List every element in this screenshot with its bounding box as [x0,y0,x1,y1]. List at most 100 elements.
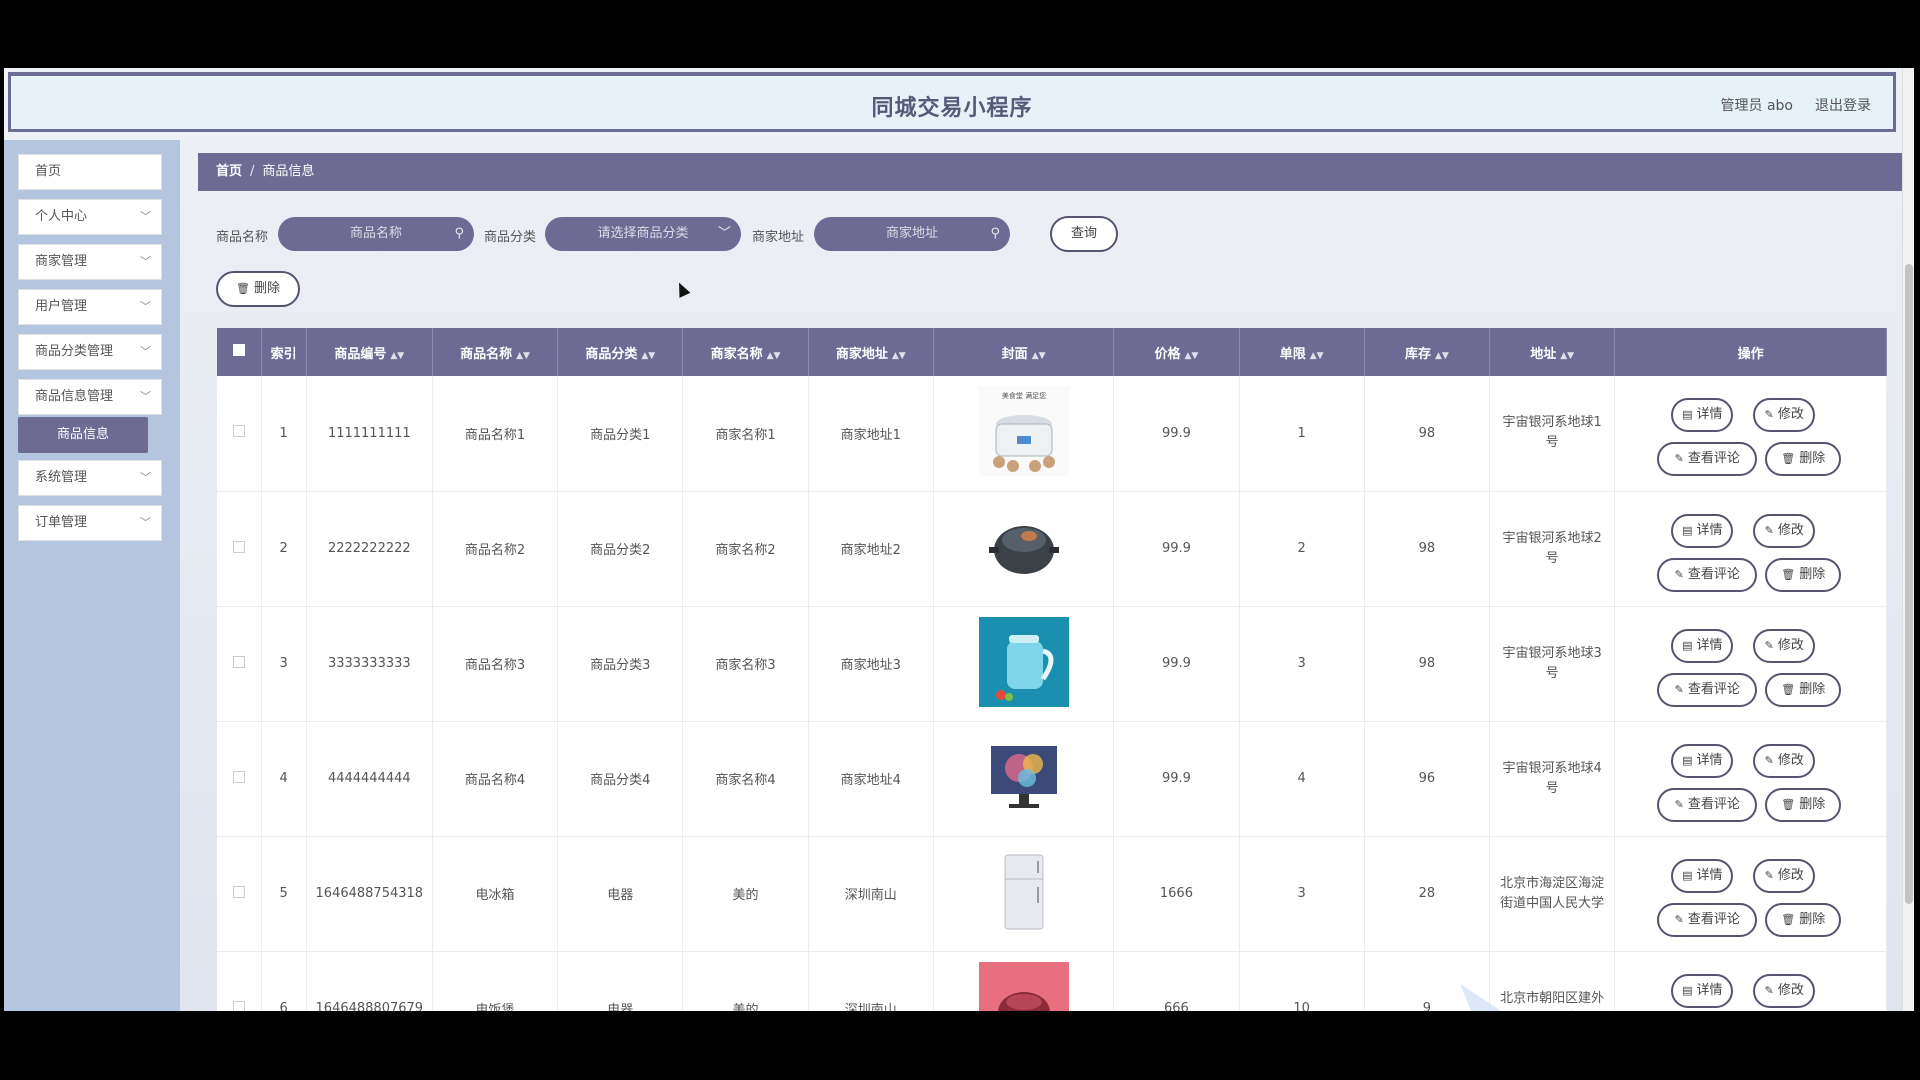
row-checkbox[interactable] [217,951,262,1011]
sort-icon[interactable]: ▲▼ [1435,351,1449,361]
sort-icon[interactable]: ▲▼ [1032,351,1046,361]
query-button[interactable]: 查询 [1050,216,1118,252]
column-header[interactable]: 库存 ▲▼ [1364,328,1491,376]
edit-label: 修改 [1777,752,1804,768]
select-all-checkbox[interactable] [217,328,262,376]
sidebar-subitem-product-info[interactable]: 商品信息 [18,417,148,453]
delete-button[interactable]: 🗑 删除 [1765,787,1842,822]
view-comments-button[interactable]: ✎ 查看评论 [1657,787,1758,822]
category-select[interactable]: 请选择商品分类 ﹀ [545,217,741,251]
view-comments-button[interactable]: ✎ 查看评论 [1657,672,1758,707]
sidebar-item-categories[interactable]: 商品分类管理 ﹀ [18,334,162,370]
column-header[interactable]: 商品编号 ▲▼ [306,328,433,376]
row-checkbox[interactable] [217,836,262,952]
pencil-icon: ✎ [1764,523,1774,537]
delete-button[interactable]: 🗑 删除 [1765,557,1842,592]
sidebar-item-label: 用户管理 [35,299,88,314]
document-icon: ▤ [1682,523,1693,537]
sort-icon[interactable]: ▲▼ [1560,351,1574,361]
detail-button[interactable]: ▤ 详情 [1671,398,1734,432]
column-header[interactable]: 商家地址 ▲▼ [808,328,934,376]
sort-icon[interactable]: ▲▼ [767,351,781,361]
checkbox-square[interactable] [232,425,245,438]
column-label: 商品编号 [334,346,387,362]
sort-icon[interactable]: ▲▼ [892,351,906,361]
checkbox-square[interactable] [232,1000,245,1011]
cell-price: 1666 [1113,836,1240,952]
edit-button[interactable]: ✎ 修改 [1753,513,1816,548]
row-checkbox[interactable] [217,491,262,607]
pencil-icon: ✎ [1674,452,1684,465]
delete-button[interactable]: 🗑 删除 [1765,902,1842,937]
row-checkbox[interactable] [217,606,262,722]
edit-button[interactable]: ✎ 修改 [1753,973,1816,1008]
row-checkbox[interactable] [217,721,262,837]
delete-button[interactable]: 🗑 删除 [1765,442,1842,476]
sidebar-item-users[interactable]: 用户管理 ﹀ [18,289,162,325]
checkbox-square[interactable] [232,540,245,553]
cell-cover [933,721,1115,837]
batch-delete-button[interactable]: 🗑 删除 [216,271,300,307]
column-header[interactable]: 封面 ▲▼ [933,328,1115,376]
table-row: 5 1646488754318 电冰箱 电器 美的 深圳南山 1666 3 28 北京市海淀区海淀… [217,836,1887,952]
column-header[interactable]: 地址 ▲▼ [1489,328,1616,376]
edit-button[interactable]: ✎ 修改 [1753,628,1816,663]
sort-icon[interactable]: ▲▼ [516,351,530,361]
trash-icon: 🗑 [1781,797,1796,811]
cell-limit-text: 4 [1297,771,1306,786]
detail-button[interactable]: ▤ 详情 [1671,743,1734,778]
column-label: 单限 [1279,346,1306,362]
checkbox-square[interactable] [232,885,245,898]
sort-icon[interactable]: ▲▼ [1185,351,1199,361]
sidebar-item-personal[interactable]: 个人中心 ﹀ [18,199,162,235]
checkbox-square[interactable] [232,770,245,783]
sidebar-item-system[interactable]: 系统管理 ﹀ [18,460,162,496]
view-comments-button[interactable]: ✎ 查看评论 [1657,902,1758,937]
cell-price-text: 99.9 [1161,656,1191,671]
edit-button[interactable]: ✎ 修改 [1753,743,1816,778]
row-checkbox[interactable] [217,376,262,492]
detail-button[interactable]: ▤ 详情 [1671,858,1734,893]
column-header[interactable]: 商品名称 ▲▼ [432,328,559,376]
column-header[interactable]: 单限 ▲▼ [1239,328,1365,376]
sidebar-item-products[interactable]: 商品信息管理 ﹀ [18,379,162,415]
product-name-placeholder: 商品名称 [349,226,402,241]
cell-actions: ▤详情 ✎修改 ✎查看评论 🗑删除 [1614,836,1887,952]
cell-name: 电冰箱 [432,836,559,952]
pencil-icon: ✎ [1674,912,1684,926]
delete-button[interactable]: 🗑 删除 [1765,672,1842,707]
scrollbar-thumb[interactable] [1905,264,1913,904]
merchant-address-input[interactable]: 商家地址 ⚲ [814,217,1010,251]
cell-merchant: 商家名称1 [682,376,809,492]
sort-icon[interactable]: ▲▼ [390,351,404,361]
column-header[interactable]: 价格 ▲▼ [1113,328,1240,376]
column-header[interactable]: 商品分类 ▲▼ [557,328,684,376]
edit-button[interactable]: ✎ 修改 [1753,398,1816,432]
sidebar-item-home[interactable]: 首页 [18,154,162,190]
detail-button[interactable]: ▤ 详情 [1671,973,1734,1008]
logout-link[interactable]: 退出登录 [1815,95,1871,115]
search-icon: ⚲ [454,226,464,241]
column-header[interactable]: 商家名称 ▲▼ [682,328,809,376]
product-name-input[interactable]: 商品名称 ⚲ [278,217,474,251]
breadcrumb-home[interactable]: 首页 [216,164,242,179]
sidebar-item-merchants[interactable]: 商家管理 ﹀ [18,244,162,280]
vertical-scrollbar[interactable] [1902,68,1914,1011]
edit-button[interactable]: ✎ 修改 [1753,858,1816,893]
merchant-address-label: 商家地址 [752,230,805,245]
view-comments-button[interactable]: ✎ 查看评论 [1657,557,1758,592]
sidebar-item-orders[interactable]: 订单管理 ﹀ [18,505,162,541]
column-header: 索引 [261,328,307,376]
cell-merchant-address: 商家地址1 [808,376,934,492]
view-comments-button[interactable]: ✎ 查看评论 [1657,442,1758,476]
detail-button[interactable]: ▤ 详情 [1671,628,1734,663]
checkbox-square[interactable] [232,655,245,668]
table-row: 2 2222222222 商品名称2 商品分类2 商家名称2 商家地址2 99.9 2 98 宇宙… [217,491,1887,607]
detail-button[interactable]: ▤ 详情 [1671,513,1734,548]
product-name-label: 商品名称 [216,230,269,245]
trash-icon: 🗑 [1781,567,1796,581]
sort-icon[interactable]: ▲▼ [1310,351,1324,361]
sort-icon[interactable]: ▲▼ [641,351,655,361]
cell-price-text: 666 [1164,1001,1189,1011]
column-header: 操作 [1614,328,1887,376]
